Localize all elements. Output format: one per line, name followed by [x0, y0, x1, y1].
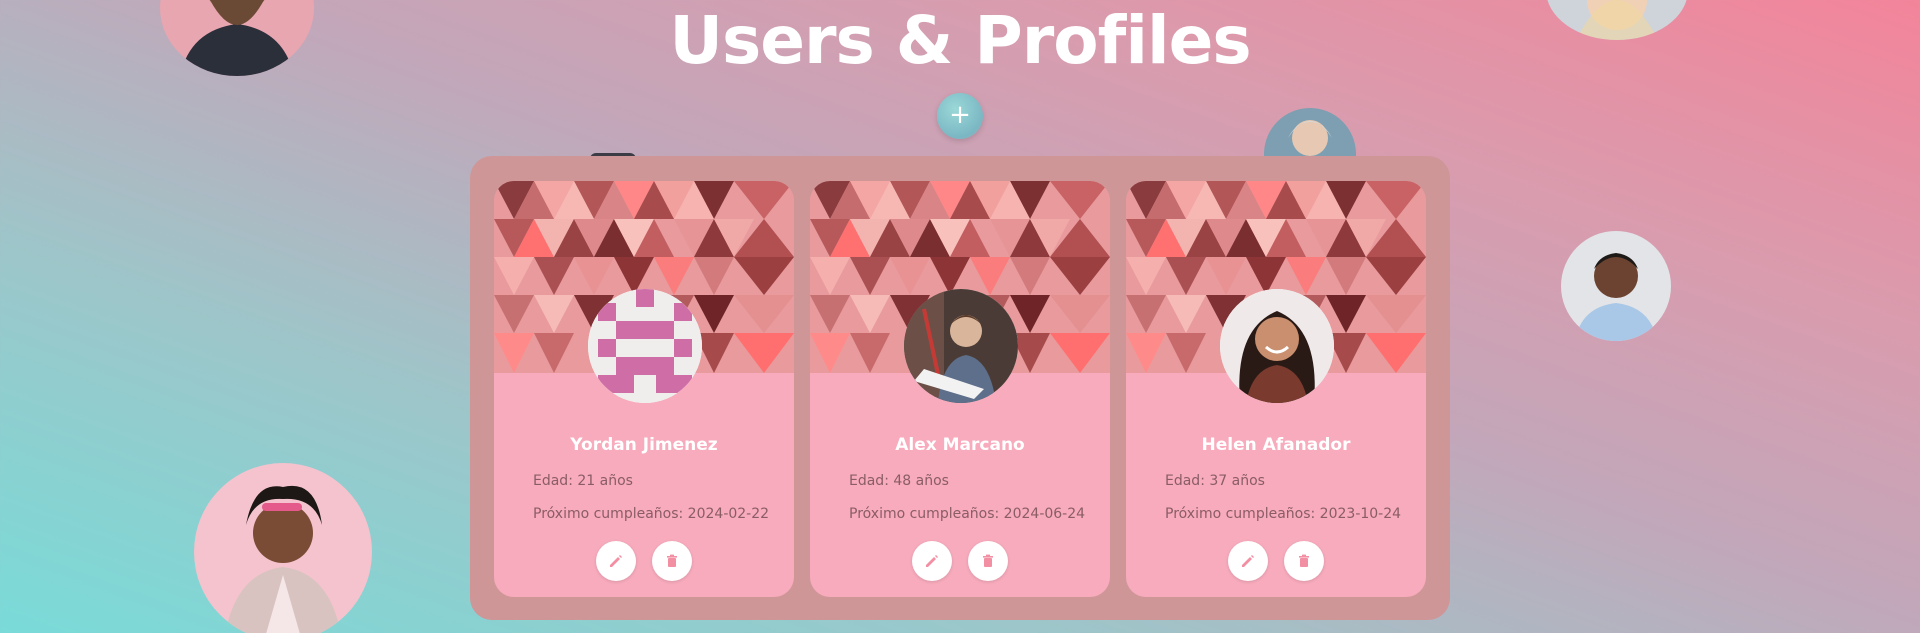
edit-button[interactable] — [596, 541, 636, 581]
delete-button[interactable] — [968, 541, 1008, 581]
profile-card: Alex Marcano Edad: 48 años Próximo cumpl… — [810, 181, 1110, 597]
page-title: Users & Profiles — [669, 2, 1251, 79]
profile-birthday: Próximo cumpleaños: 2024-02-22 — [533, 506, 770, 522]
pencil-icon — [1242, 555, 1254, 567]
trash-icon — [1299, 554, 1309, 567]
man-photo-avatar — [904, 289, 1018, 403]
profile-age: Edad: 21 años — [533, 473, 633, 489]
edit-button[interactable] — [1228, 541, 1268, 581]
floating-avatar-smiling-man — [1561, 231, 1671, 341]
pencil-icon — [610, 555, 622, 567]
profiles-panel: Yordan Jimenez Edad: 21 años Próximo cum… — [470, 156, 1450, 620]
delete-button[interactable] — [1284, 541, 1324, 581]
profile-card: Yordan Jimenez Edad: 21 años Próximo cum… — [494, 181, 794, 597]
woman-photo-avatar — [1220, 289, 1334, 403]
floating-avatar-gray-haired-woman — [1264, 108, 1356, 160]
profile-name: Yordan Jimenez — [570, 435, 718, 455]
pencil-icon — [926, 555, 938, 567]
floating-avatar-woman-sunglasses — [194, 463, 372, 633]
profile-birthday: Próximo cumpleaños: 2023-10-24 — [1165, 506, 1402, 522]
profile-age: Edad: 37 años — [1165, 473, 1265, 489]
profile-age: Edad: 48 años — [849, 473, 949, 489]
identicon-avatar — [588, 289, 702, 403]
add-user-button[interactable]: + — [937, 93, 983, 139]
profile-birthday: Próximo cumpleaños: 2024-06-24 — [849, 506, 1086, 522]
trash-icon — [667, 554, 677, 567]
profile-card: Helen Afanador Edad: 37 años Próximo cum… — [1126, 181, 1426, 597]
plus-icon: + — [949, 100, 971, 130]
profile-name: Alex Marcano — [895, 435, 1025, 455]
trash-icon — [983, 554, 993, 567]
delete-button[interactable] — [652, 541, 692, 581]
edit-button[interactable] — [912, 541, 952, 581]
profile-name: Helen Afanador — [1201, 435, 1351, 455]
